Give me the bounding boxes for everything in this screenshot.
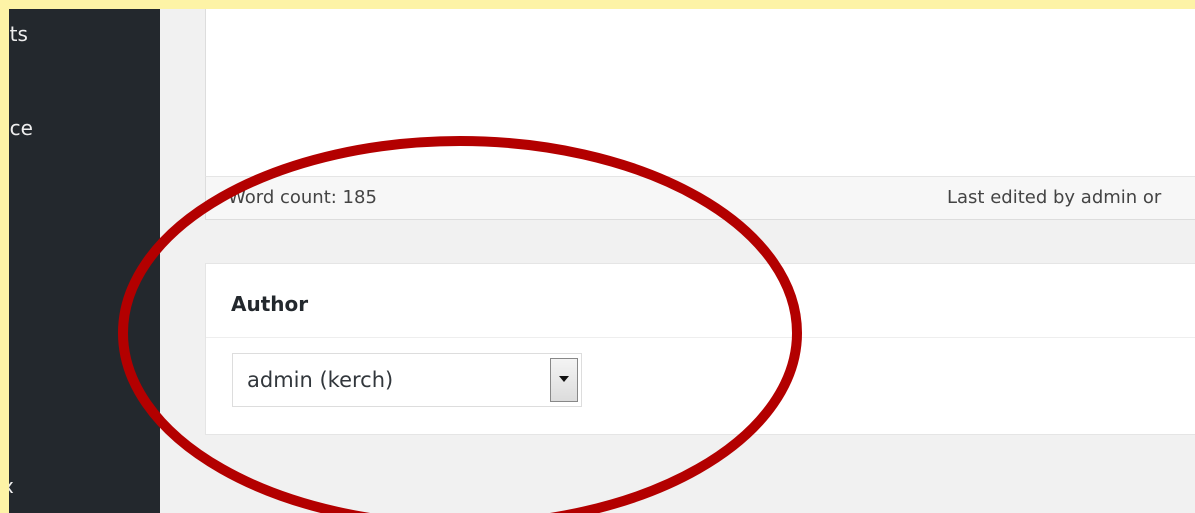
sidebar-item-comments[interactable]: nts [9, 22, 28, 46]
author-select-value: admin (kerch) [247, 368, 394, 392]
screenshot-frame: nts nce x Word count: 185 Last edited by… [0, 0, 1195, 513]
last-edited-info: Last edited by admin or [947, 187, 1162, 208]
sidebar-item-appearance[interactable]: nce [9, 116, 33, 140]
main-content: Word count: 185 Last edited by admin or … [160, 9, 1195, 513]
author-metabox-header[interactable]: Author [206, 264, 1195, 338]
author-metabox-title: Author [231, 292, 309, 316]
word-count: Word count: 185 [228, 187, 377, 208]
editor-body[interactable] [205, 9, 1195, 177]
author-metabox: Author admin (kerch) [205, 263, 1195, 435]
author-select[interactable]: admin (kerch) [232, 353, 582, 407]
admin-sidebar: nts nce x [9, 9, 160, 513]
sidebar-item-partial[interactable]: x [9, 474, 14, 498]
editor-status-bar: Word count: 185 Last edited by admin or [205, 176, 1195, 220]
dropdown-arrow-icon[interactable] [550, 358, 578, 402]
